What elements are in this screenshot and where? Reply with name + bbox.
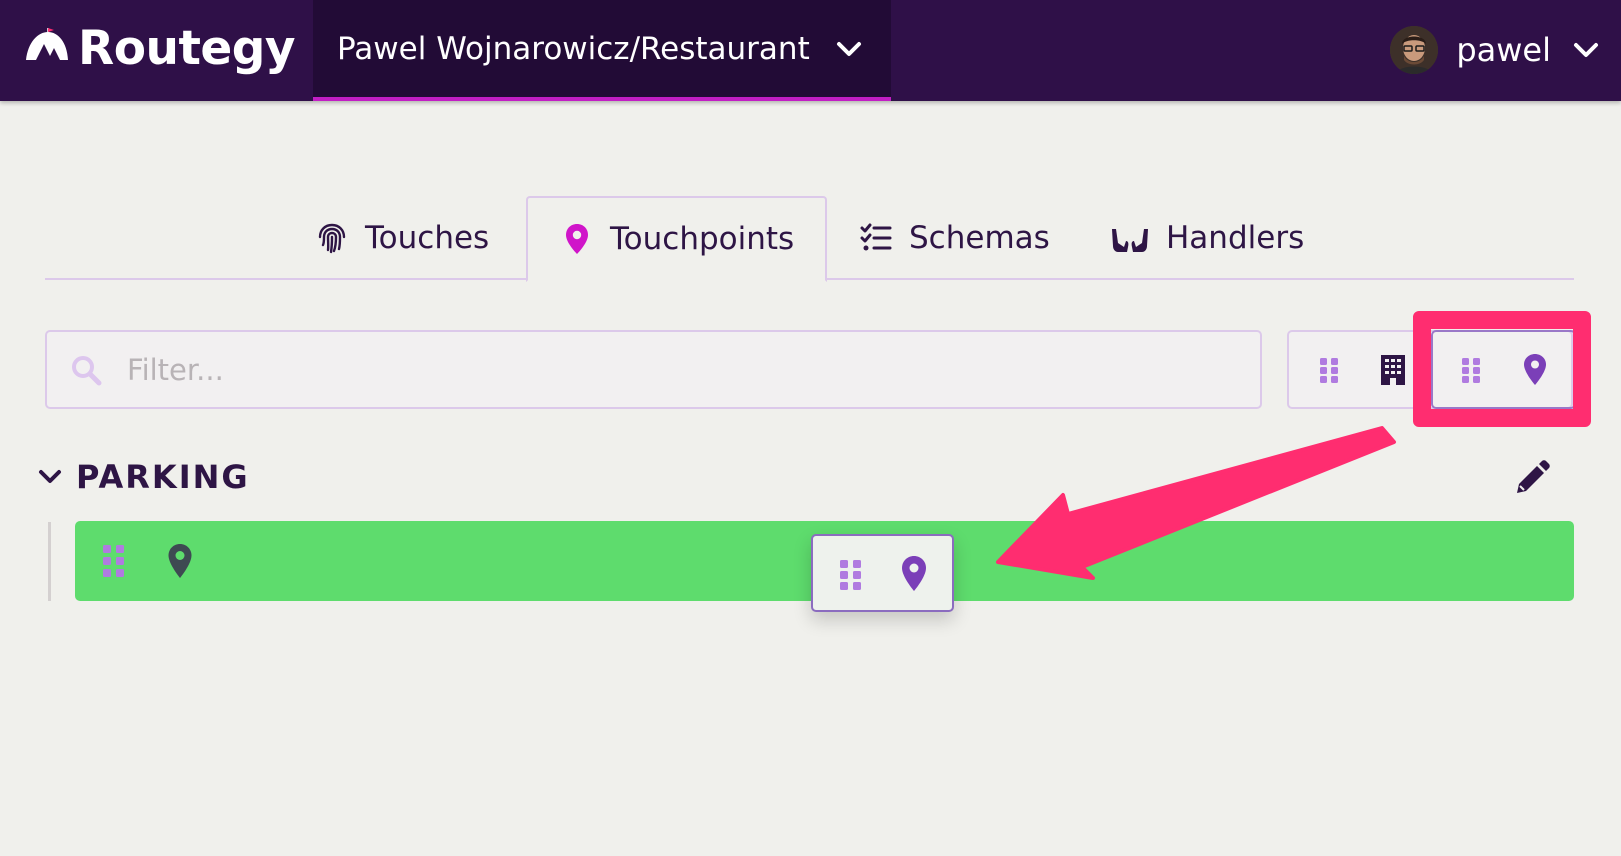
tab-touchpoints[interactable]: Touchpoints xyxy=(526,196,827,282)
chevron-down-icon xyxy=(1574,43,1598,57)
map-pin-icon xyxy=(566,224,588,254)
drag-preview xyxy=(811,534,954,612)
tab-bar: Touches Touchpoints Schemas Handlers xyxy=(45,196,1574,282)
drag-handle-icon xyxy=(840,560,861,590)
checklist-icon xyxy=(860,223,892,251)
view-toggle-grouped-handle[interactable] xyxy=(1297,332,1361,407)
group-title: PARKING xyxy=(76,458,250,496)
map-pin-icon xyxy=(168,544,192,578)
drag-handle-icon xyxy=(1320,357,1338,383)
tab-handlers[interactable]: Handlers xyxy=(1110,196,1304,280)
mountain-logo-icon xyxy=(24,26,70,70)
filter-input[interactable] xyxy=(127,352,1227,387)
tab-schemas[interactable]: Schemas xyxy=(859,196,1050,280)
top-bar: Routegy Pawel Wojnarowicz/Restaurant paw… xyxy=(0,0,1621,101)
tab-schemas-label: Schemas xyxy=(909,220,1050,256)
drag-handle-icon[interactable] xyxy=(99,541,129,581)
filter-field xyxy=(45,330,1262,409)
map-pin-icon xyxy=(902,556,926,591)
brand-name: Routegy xyxy=(78,20,296,76)
tab-touches-label: Touches xyxy=(365,220,490,256)
project-label: Pawel Wojnarowicz/Restaurant xyxy=(337,30,810,67)
tab-touchpoints-label: Touchpoints xyxy=(610,221,795,257)
avatar xyxy=(1390,26,1439,74)
tab-touches[interactable]: Touches xyxy=(315,196,489,280)
brand[interactable]: Routegy xyxy=(24,18,296,78)
pencil-icon xyxy=(1517,460,1550,493)
user-name: pawel xyxy=(1456,31,1551,69)
building-icon xyxy=(1381,354,1405,385)
edit-group-button[interactable] xyxy=(1511,459,1551,499)
chevron-down-icon xyxy=(836,41,861,56)
group-header-parking[interactable]: PARKING xyxy=(38,455,250,499)
chevron-down-icon xyxy=(39,470,61,483)
project-selector[interactable]: Pawel Wojnarowicz/Restaurant xyxy=(313,0,891,101)
user-menu[interactable]: pawel xyxy=(1390,22,1599,78)
hands-icon xyxy=(1112,229,1148,252)
search-icon xyxy=(72,355,102,385)
annotation-highlight-box xyxy=(1413,311,1591,427)
annotation-arrow xyxy=(996,426,1396,580)
tree-guide-line xyxy=(48,522,51,601)
tab-handlers-label: Handlers xyxy=(1166,220,1305,256)
fingerprint-icon xyxy=(318,223,346,254)
